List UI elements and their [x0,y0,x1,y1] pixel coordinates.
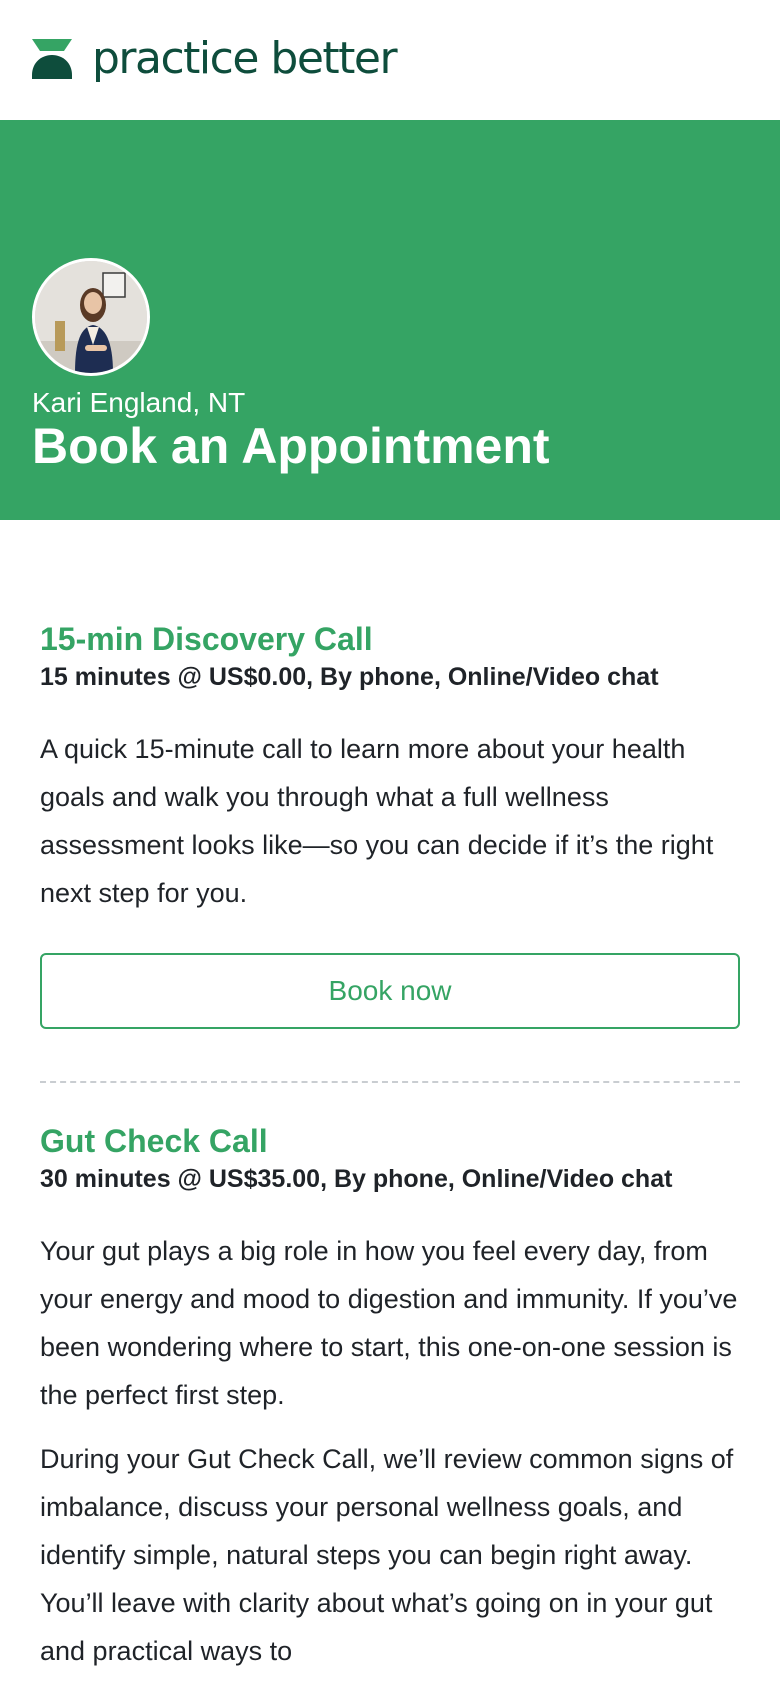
brand-logo[interactable]: practice better [32,33,398,84]
service-details: 30 minutes @ US$35.00, By phone, Online/… [40,1165,673,1194]
service-card-gut-check-call: Gut Check Call 30 minutes @ US$35.00, By… [40,1122,740,1675]
practitioner-photo-icon [35,261,147,373]
brand-name: practice better [92,33,398,84]
service-title: Gut Check Call [40,1123,268,1159]
service-description: Your gut plays a big role in how you fee… [40,1236,738,1411]
service-card-discovery-call: 15-min Discovery Call 15 minutes @ US$0.… [40,620,740,1030]
page-title: Book an Appointment [32,418,550,474]
top-bar: practice better [0,0,780,120]
practitioner-name: Kari England, NT [32,387,246,418]
book-now-button[interactable]: Book now [40,953,740,1030]
service-description: A quick 15-minute call to learn more abo… [40,734,714,909]
service-title: 15-min Discovery Call [40,621,373,657]
service-divider [40,1081,740,1083]
practitioner-avatar [32,258,150,376]
practice-better-logo-mark-icon [32,39,72,79]
hero-banner: Kari England, NT Book an Appointment [0,120,780,520]
service-description: During your Gut Check Call, we’ll review… [40,1444,734,1667]
service-details: 15 minutes @ US$0.00, By phone, Online/V… [40,663,659,692]
